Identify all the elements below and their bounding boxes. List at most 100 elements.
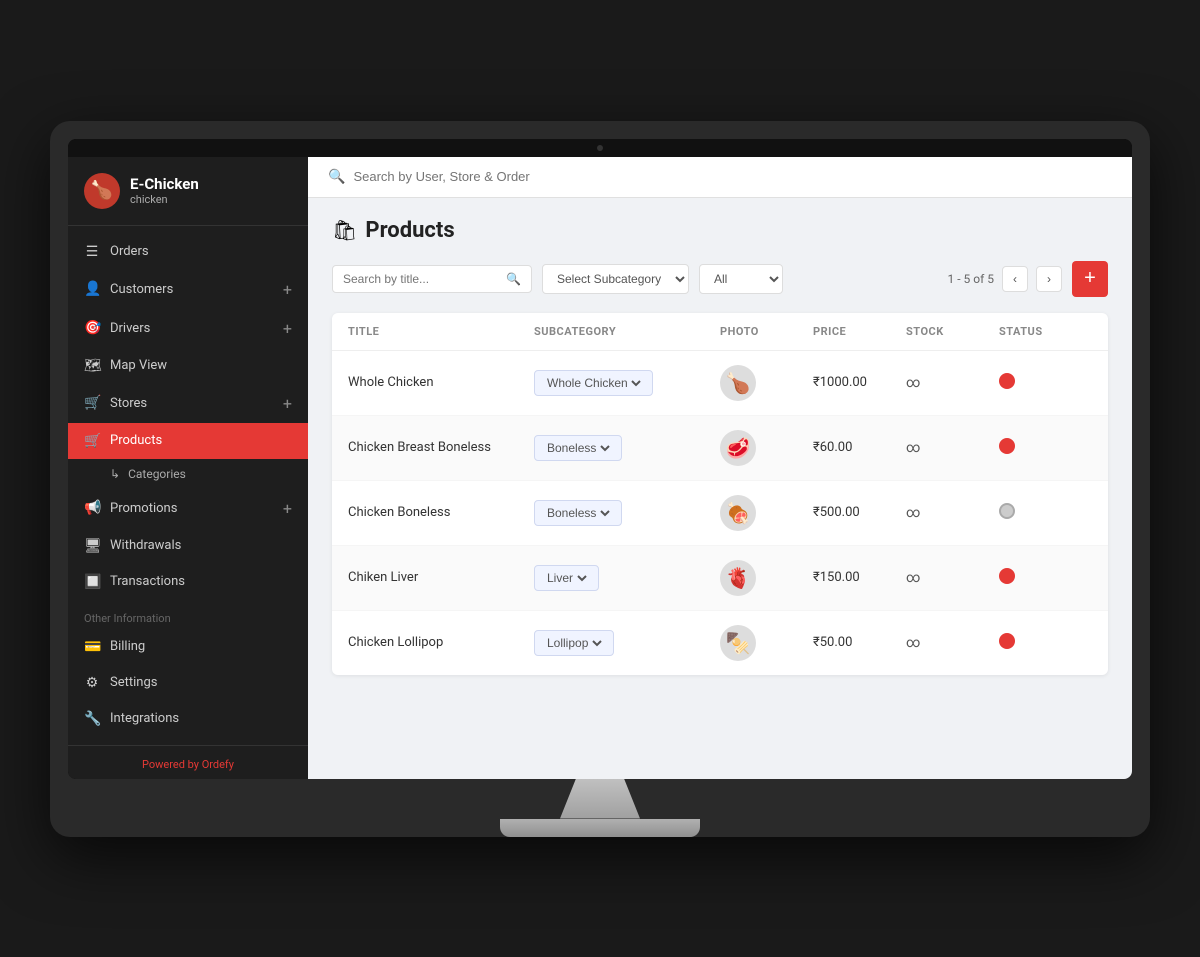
sidebar-item-label: Transactions: [110, 574, 185, 589]
global-search-input[interactable]: [353, 169, 1112, 184]
sidebar-item-label: Drivers: [110, 321, 150, 336]
page-title-icon: 🛍: [332, 218, 357, 242]
stand-neck: [560, 779, 640, 819]
sidebar-item-label: Withdrawals: [110, 538, 181, 553]
row-title: Whole Chicken: [348, 375, 534, 390]
col-stock: STOCK: [906, 325, 999, 338]
row-photo: 🥩: [720, 430, 813, 466]
promotions-icon: 📢: [84, 500, 100, 516]
pagination-info: 1 - 5 of 5 ‹ ›: [948, 266, 1062, 292]
table-row: Chiken Liver Liver 🫀 ₹150.00 ∞: [332, 546, 1108, 611]
search-icon: 🔍: [328, 169, 345, 185]
next-page-button[interactable]: ›: [1036, 266, 1062, 292]
row-status[interactable]: [999, 633, 1092, 653]
row-photo: 🍖: [720, 495, 813, 531]
sidebar-footer: Powered by Ordefy: [68, 745, 308, 779]
subcategory-select[interactable]: Liver: [543, 570, 590, 586]
row-photo: 🫀: [720, 560, 813, 596]
brand-section: 🍗 E-Chicken chicken: [68, 157, 308, 226]
customers-icon: 👤: [84, 281, 100, 297]
sub-arrow-icon: ↳: [110, 467, 120, 481]
add-product-button[interactable]: +: [1072, 261, 1108, 297]
sidebar-sub-label: Categories: [128, 467, 186, 481]
settings-icon: ⚙: [84, 675, 100, 691]
filter-row: 🔍 Select Subcategory All Active Inactive…: [332, 261, 1108, 297]
camera-dot: [597, 145, 603, 151]
status-dot[interactable]: [999, 503, 1015, 519]
subcategory-filter[interactable]: Select Subcategory: [542, 264, 689, 294]
sidebar-item-products[interactable]: 🛒 Products: [68, 423, 308, 459]
title-search-input[interactable]: [343, 272, 500, 286]
sidebar-item-label: Orders: [110, 244, 149, 259]
sidebar-item-stores[interactable]: 🛒 Stores +: [68, 384, 308, 423]
row-status[interactable]: [999, 373, 1092, 393]
sidebar-item-promotions[interactable]: 📢 Promotions +: [68, 489, 308, 528]
status-dot[interactable]: [999, 568, 1015, 584]
add-customer-icon[interactable]: +: [283, 280, 292, 299]
row-stock: ∞: [906, 440, 999, 456]
add-driver-icon[interactable]: +: [283, 319, 292, 338]
sidebar-item-integrations[interactable]: 🔧 Integrations: [68, 701, 308, 737]
sidebar-item-drivers[interactable]: 🎯 Drivers +: [68, 309, 308, 348]
table-body: Whole Chicken Whole Chicken 🍗 ₹1000.00 ∞…: [332, 351, 1108, 675]
prev-page-button[interactable]: ‹: [1002, 266, 1028, 292]
row-subcategory[interactable]: Whole Chicken: [534, 370, 720, 396]
row-price: ₹50.00: [813, 635, 906, 650]
subcategory-select[interactable]: Lollipop: [543, 635, 605, 651]
row-title: Chicken Breast Boneless: [348, 440, 534, 455]
sidebar-item-label: Integrations: [110, 711, 179, 726]
status-dot[interactable]: [999, 373, 1015, 389]
row-status[interactable]: [999, 568, 1092, 588]
table-row: Whole Chicken Whole Chicken 🍗 ₹1000.00 ∞: [332, 351, 1108, 416]
subcategory-select[interactable]: Whole Chicken: [543, 375, 644, 391]
search-field-icon: 🔍: [506, 272, 521, 286]
products-icon: 🛒: [84, 433, 100, 449]
row-price: ₹150.00: [813, 570, 906, 585]
row-stock: ∞: [906, 505, 999, 521]
row-subcategory[interactable]: Boneless: [534, 500, 720, 526]
title-search-field: 🔍: [332, 265, 532, 293]
sidebar-item-settings[interactable]: ⚙ Settings: [68, 665, 308, 701]
sidebar-nav: ☰ Orders 👤 Customers + 🎯 Drivers + �: [68, 226, 308, 745]
transactions-icon: 🔲: [84, 574, 100, 590]
add-promo-icon[interactable]: +: [283, 499, 292, 518]
other-info-label: Other Information: [68, 600, 308, 629]
row-subcategory[interactable]: Boneless: [534, 435, 720, 461]
page-title: Products: [365, 218, 454, 243]
stand-base: [500, 819, 700, 837]
sidebar: 🍗 E-Chicken chicken ☰ Orders 👤 Customers: [68, 157, 308, 779]
row-stock: ∞: [906, 635, 999, 651]
row-subcategory[interactable]: Liver: [534, 565, 720, 591]
sidebar-item-label: Customers: [110, 282, 173, 297]
sidebar-item-billing[interactable]: 💳 Billing: [68, 629, 308, 665]
monitor-stand: [68, 779, 1132, 837]
sidebar-item-transactions[interactable]: 🔲 Transactions: [68, 564, 308, 600]
sidebar-item-withdrawals[interactable]: 🖥 Withdrawals: [68, 528, 308, 564]
status-dot[interactable]: [999, 633, 1015, 649]
col-status: STATUS: [999, 325, 1092, 338]
page-body: 🛍 Products 🔍 Select Subcategory All: [308, 198, 1132, 779]
map-icon: 🗺: [84, 358, 100, 374]
brand-sub: chicken: [130, 193, 199, 206]
row-title: Chiken Liver: [348, 570, 534, 585]
subcategory-select[interactable]: Boneless: [543, 505, 613, 521]
table-row: Chicken Lollipop Lollipop 🍢 ₹50.00 ∞: [332, 611, 1108, 675]
col-title: TITLE: [348, 325, 534, 338]
sidebar-item-categories[interactable]: ↳ Categories: [68, 459, 308, 489]
add-store-icon[interactable]: +: [283, 394, 292, 413]
status-dot[interactable]: [999, 438, 1015, 454]
withdrawals-icon: 🖥: [84, 538, 100, 554]
drivers-icon: 🎯: [84, 320, 100, 336]
sidebar-item-orders[interactable]: ☰ Orders: [68, 234, 308, 270]
sidebar-item-customers[interactable]: 👤 Customers +: [68, 270, 308, 309]
row-title: Chicken Boneless: [348, 505, 534, 520]
table-header: TITLE SUBCATEGORY PHOTO PRICE STOCK STAT…: [332, 313, 1108, 351]
stores-icon: 🛒: [84, 395, 100, 411]
row-status[interactable]: [999, 503, 1092, 523]
sidebar-item-mapview[interactable]: 🗺 Map View: [68, 348, 308, 384]
billing-icon: 💳: [84, 639, 100, 655]
row-status[interactable]: [999, 438, 1092, 458]
status-filter[interactable]: All Active Inactive: [699, 264, 783, 294]
subcategory-select[interactable]: Boneless: [543, 440, 613, 456]
row-subcategory[interactable]: Lollipop: [534, 630, 720, 656]
